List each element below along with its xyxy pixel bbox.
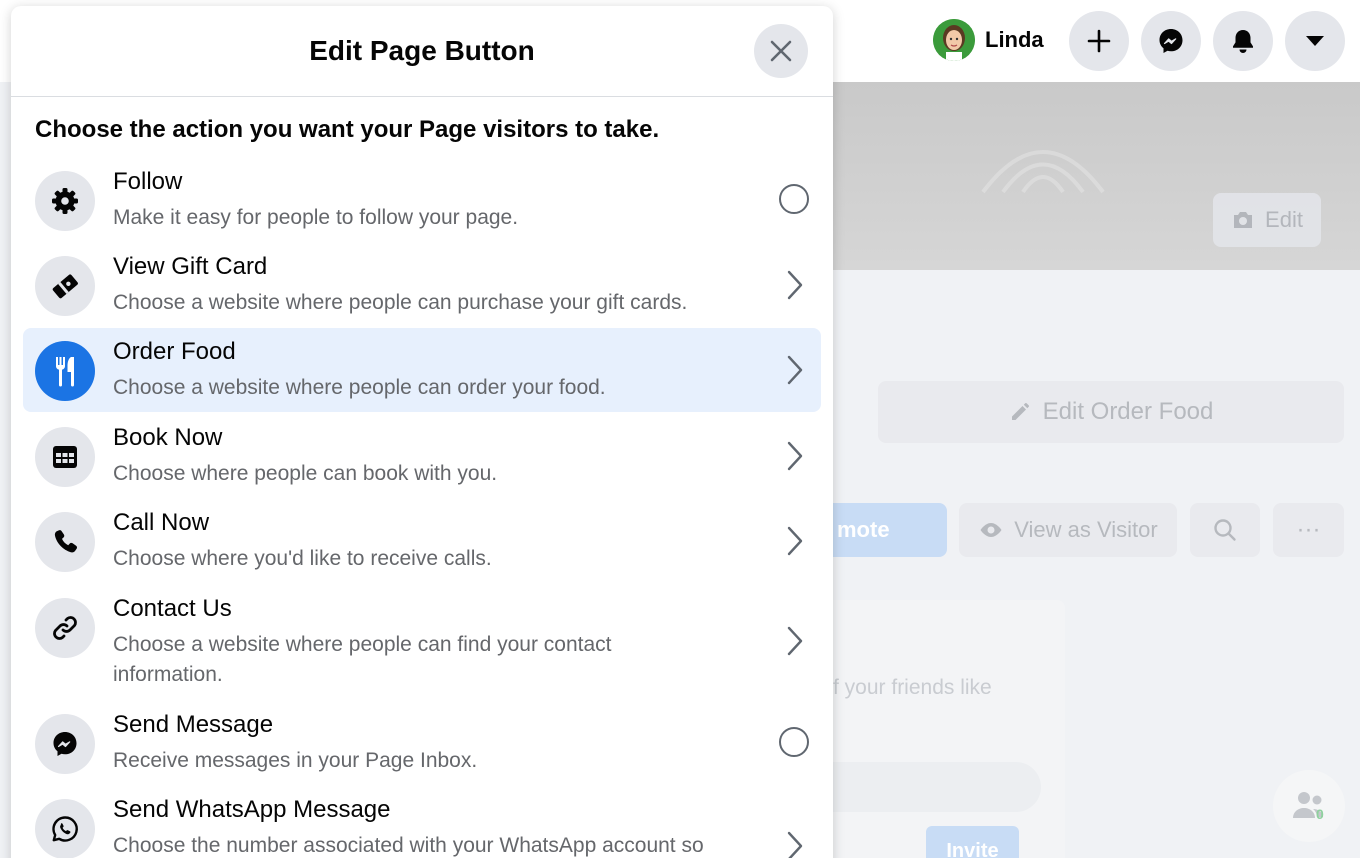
pencil-icon (1011, 403, 1029, 420)
promote-button[interactable]: mote (833, 503, 947, 557)
messenger-icon (1159, 29, 1183, 53)
people-button[interactable]: 0 (1273, 770, 1345, 842)
invite-friends-card (833, 600, 1065, 858)
more-options-label: ··· (1296, 516, 1321, 543)
view-as-visitor-label: View as Visitor (1014, 517, 1158, 542)
bell-icon (1233, 30, 1253, 53)
option-description: Choose a website where people can find y… (113, 633, 612, 686)
option-description: Choose a website where people can order … (113, 376, 606, 399)
link-icon (35, 598, 95, 658)
close-icon (770, 40, 792, 62)
option-call-now[interactable]: Call Now Choose where you'd like to rece… (23, 499, 821, 583)
chevron-right-icon[interactable] (785, 525, 805, 557)
option-contact-us[interactable]: Contact Us Choose a website where people… (23, 585, 821, 691)
edit-cover-button[interactable]: Edit (1213, 193, 1321, 247)
notifications-button[interactable] (1213, 11, 1273, 71)
option-title: Order Food (113, 338, 236, 365)
gift-card-icon (35, 256, 95, 316)
option-title: Send WhatsApp Message (113, 796, 391, 823)
dialog-header: Edit Page Button (11, 6, 833, 97)
messenger-button[interactable] (1141, 11, 1201, 71)
plus-icon (1087, 29, 1111, 53)
chevron-right-icon[interactable] (785, 830, 805, 858)
option-description: Choose a website where people can purcha… (113, 291, 688, 314)
messenger-icon (35, 714, 95, 774)
option-title: Follow (113, 168, 183, 195)
cover-watermark-icon (981, 150, 1105, 194)
phone-icon (35, 512, 95, 572)
view-as-visitor-button[interactable]: View as Visitor (959, 503, 1177, 557)
chevron-right-icon[interactable] (785, 625, 805, 657)
promote-label: mote (837, 517, 890, 542)
invite-friends-text: f your friends like (833, 676, 992, 699)
option-radio[interactable] (779, 727, 809, 757)
caret-down-icon (1306, 36, 1324, 46)
page-search-button[interactable] (1190, 503, 1260, 557)
option-description: Choose where you'd like to receive calls… (113, 547, 492, 570)
gear-icon (35, 171, 95, 231)
edit-order-food-label: Edit Order Food (1042, 398, 1214, 425)
people-count: 0 (1316, 806, 1324, 822)
invite-label: Invite (946, 840, 999, 858)
option-send-whatsapp-message[interactable]: Send WhatsApp Message Choose the number … (23, 786, 821, 858)
dialog-title: Edit Page Button (309, 35, 535, 66)
close-button[interactable] (754, 24, 808, 78)
option-title: Send Message (113, 711, 274, 738)
option-follow[interactable]: Follow Make it easy for people to follow… (23, 158, 821, 242)
option-order-food[interactable]: Order Food Choose a website where people… (23, 328, 821, 412)
option-title: View Gift Card (113, 253, 268, 280)
option-description: Choose the number associated with your W… (113, 834, 704, 857)
whatsapp-icon (35, 799, 95, 858)
eye-icon (980, 523, 1002, 537)
fork-knife-icon (35, 341, 95, 401)
option-description: Make it easy for people to follow your p… (113, 206, 519, 229)
invite-search-input[interactable] (833, 762, 1041, 812)
calendar-icon (35, 427, 95, 487)
option-description: Receive messages in your Page Inbox. (113, 749, 478, 772)
chevron-right-icon[interactable] (785, 440, 805, 472)
option-title: Call Now (113, 509, 210, 536)
dialog-instruction: Choose the action you want your Page vis… (35, 116, 660, 143)
chevron-right-icon[interactable] (785, 269, 805, 301)
search-icon (1214, 519, 1236, 541)
profile-name: Linda (985, 27, 1044, 52)
edit-cover-label: Edit (1265, 207, 1303, 232)
chevron-right-icon[interactable] (785, 354, 805, 386)
camera-icon (1234, 212, 1253, 228)
option-radio[interactable] (779, 184, 809, 214)
more-options-button[interactable]: ··· (1273, 503, 1344, 557)
profile-chip[interactable]: Linda (925, 12, 1058, 68)
avatar (933, 19, 975, 61)
create-button[interactable] (1069, 11, 1129, 71)
option-title: Contact Us (113, 595, 232, 622)
edit-page-button-dialog: Edit Page Button Choose the action you w… (11, 6, 833, 858)
option-view-gift-card[interactable]: View Gift Card Choose a website where pe… (23, 243, 821, 327)
account-menu-button[interactable] (1285, 11, 1345, 71)
option-description: Choose where people can book with you. (113, 462, 498, 485)
option-send-message[interactable]: Send Message Receive messages in your Pa… (23, 701, 821, 785)
option-title: Book Now (113, 424, 223, 451)
edit-order-food-button[interactable]: Edit Order Food (878, 381, 1344, 443)
invite-button[interactable]: Invite (926, 826, 1019, 858)
option-book-now[interactable]: Book Now Choose where people can book wi… (23, 414, 821, 498)
